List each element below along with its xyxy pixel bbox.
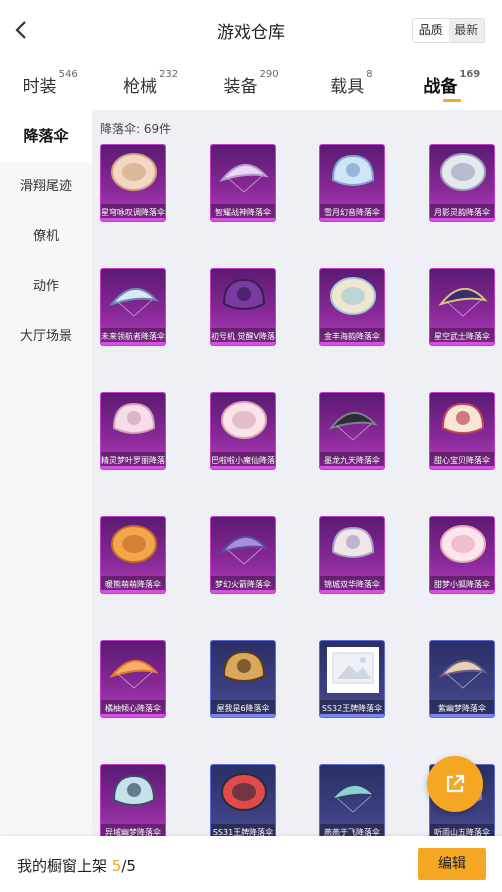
item-card[interactable]: 燕燕于飞降落伞 bbox=[319, 764, 385, 840]
footer-bar: 我的橱窗上架 5/5 编辑 bbox=[0, 836, 502, 892]
tab-combat-gear[interactable]: 战备169 bbox=[402, 62, 502, 108]
parachute-icon bbox=[440, 525, 486, 563]
item-card[interactable]: 暖熊萌萌降落伞 bbox=[100, 516, 166, 594]
item-card-rarity-bar bbox=[430, 466, 494, 469]
item-card[interactable]: SS32王牌降落伞 bbox=[319, 640, 385, 718]
sidebar-item-glide-trail[interactable]: 滑翔尾迹 bbox=[0, 162, 92, 212]
item-card-rarity-bar bbox=[430, 714, 494, 717]
item-card[interactable]: 精灵梦叶罗丽降落伞 bbox=[100, 392, 166, 470]
parachute-icon bbox=[111, 153, 157, 191]
parachute-icon bbox=[221, 401, 267, 439]
item-card-rarity-bar bbox=[101, 590, 165, 593]
sort-toggle[interactable]: 品质 最新 bbox=[412, 18, 485, 43]
parachute-icon bbox=[331, 154, 375, 186]
item-card-rarity-bar bbox=[101, 714, 165, 717]
item-card-rarity-bar bbox=[211, 342, 275, 345]
item-card[interactable]: 橘柚倾心降落伞 bbox=[100, 640, 166, 718]
parachute-icon bbox=[330, 277, 376, 315]
item-card-rarity-bar bbox=[211, 218, 275, 221]
item-card[interactable]: 星穹咏叹调降落伞 bbox=[100, 144, 166, 222]
item-card-rarity-bar bbox=[320, 714, 384, 717]
item-card-rarity-bar bbox=[101, 218, 165, 221]
item-card[interactable]: 墨龙九天降落伞 bbox=[319, 392, 385, 470]
item-card[interactable]: 金丰海韵降落伞 bbox=[319, 268, 385, 346]
parachute-icon bbox=[219, 164, 269, 193]
item-card-rarity-bar bbox=[320, 590, 384, 593]
parachute-icon bbox=[221, 773, 267, 811]
item-card[interactable]: 紫幽梦降落伞 bbox=[429, 640, 495, 718]
item-count-label: 降落伞: 69件 bbox=[100, 122, 172, 136]
parachute-icon bbox=[222, 650, 266, 682]
item-card[interactable]: 巴啦啦小魔仙降落伞 bbox=[210, 392, 276, 470]
parachute-icon bbox=[441, 402, 485, 434]
item-card[interactable]: 屋我是6降落伞 bbox=[210, 640, 276, 718]
item-card[interactable]: 初号机 觉醒V降落伞 bbox=[210, 268, 276, 346]
parachute-icon bbox=[438, 660, 488, 689]
parachute-icon bbox=[328, 412, 378, 441]
item-card-rarity-bar bbox=[101, 342, 165, 345]
showcase-status: 我的橱窗上架 5/5 bbox=[17, 857, 136, 875]
parachute-icon bbox=[331, 526, 375, 558]
item-card[interactable]: 未来领航者降落伞 bbox=[100, 268, 166, 346]
item-card[interactable]: SS31王牌降落伞 bbox=[210, 764, 276, 840]
external-link-icon bbox=[446, 774, 465, 793]
sort-option-newest[interactable]: 最新 bbox=[448, 19, 484, 42]
parachute-icon bbox=[112, 774, 156, 806]
item-card-rarity-bar bbox=[320, 342, 384, 345]
category-tabs: 时装546 枪械232 装备290 载具8 战备169 bbox=[0, 62, 502, 108]
item-card[interactable]: 锦城双华降落伞 bbox=[319, 516, 385, 594]
sidebar: 降落伞 滑翔尾迹 僚机 动作 大厅场景 bbox=[0, 110, 92, 840]
parachute-icon bbox=[440, 153, 486, 191]
item-card[interactable]: 甜心宝贝降落伞 bbox=[429, 392, 495, 470]
tab-fashion[interactable]: 时装546 bbox=[0, 62, 100, 108]
parachute-icon bbox=[222, 278, 266, 310]
item-card-rarity-bar bbox=[211, 466, 275, 469]
tab-equipment[interactable]: 装备290 bbox=[201, 62, 301, 108]
parachute-icon bbox=[438, 288, 488, 317]
tab-active-indicator bbox=[442, 99, 461, 102]
parachute-icon bbox=[109, 288, 159, 317]
item-card-rarity-bar bbox=[101, 466, 165, 469]
item-card[interactable]: 智耀战神降落伞 bbox=[210, 144, 276, 222]
share-button[interactable] bbox=[427, 756, 483, 812]
item-card-rarity-bar bbox=[320, 466, 384, 469]
item-card[interactable]: 梦幻火箭降落伞 bbox=[210, 516, 276, 594]
item-card[interactable]: 星空武士降落伞 bbox=[429, 268, 495, 346]
edit-button[interactable]: 编辑 bbox=[418, 848, 486, 880]
header: 游戏仓库 品质 最新 bbox=[0, 0, 502, 60]
parachute-icon bbox=[328, 784, 378, 813]
item-card-rarity-bar bbox=[211, 590, 275, 593]
item-card[interactable]: 甜梦小狐降落伞 bbox=[429, 516, 495, 594]
item-card-rarity-bar bbox=[430, 342, 494, 345]
sidebar-item-parachute[interactable]: 降落伞 bbox=[0, 110, 92, 162]
parachute-icon bbox=[111, 525, 157, 563]
item-grid-panel: 降落伞: 69件 星穹咏叹调降落伞 智耀战神降落伞 雪月幻音降落伞 月影灵韵降落伞未来… bbox=[92, 110, 502, 840]
tab-vehicles[interactable]: 载具8 bbox=[301, 62, 401, 108]
item-card-rarity-bar bbox=[320, 218, 384, 221]
sidebar-item-lobby-scene[interactable]: 大厅场景 bbox=[0, 312, 92, 362]
tab-guns[interactable]: 枪械232 bbox=[100, 62, 200, 108]
parachute-icon bbox=[219, 536, 269, 565]
item-card[interactable]: 雪月幻音降落伞 bbox=[319, 144, 385, 222]
sidebar-item-wingman[interactable]: 僚机 bbox=[0, 212, 92, 262]
item-card-rarity-bar bbox=[430, 590, 494, 593]
item-card-rarity-bar bbox=[211, 714, 275, 717]
sort-option-quality[interactable]: 品质 bbox=[413, 19, 449, 42]
item-card[interactable]: 异域幽梦降落伞 bbox=[100, 764, 166, 840]
parachute-icon bbox=[112, 402, 156, 434]
item-card[interactable]: 月影灵韵降落伞 bbox=[429, 144, 495, 222]
sidebar-item-emote[interactable]: 动作 bbox=[0, 262, 92, 312]
parachute-icon bbox=[109, 660, 159, 689]
item-card-rarity-bar bbox=[430, 218, 494, 221]
image-placeholder-icon bbox=[327, 647, 379, 693]
